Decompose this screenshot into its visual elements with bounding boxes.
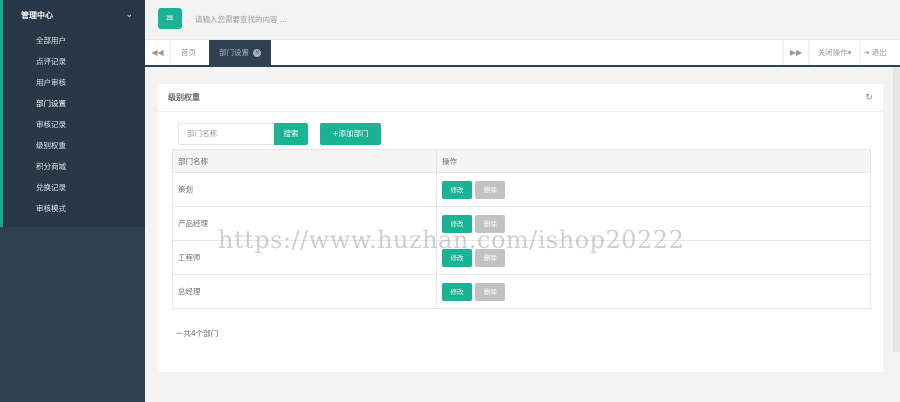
sidebar-item-audit-records[interactable]: 审核记录 [3, 114, 145, 135]
refresh-icon[interactable]: ↻ [864, 93, 874, 103]
total-count: 一共4个部门 [176, 329, 219, 338]
delete-button[interactable]: 删除 [475, 180, 506, 199]
sidebar-item-all-users[interactable]: 全部用户 [3, 30, 145, 51]
menu-toggle-button[interactable]: ≡ [158, 8, 182, 29]
actions-cell: 修改 删除 [436, 172, 871, 207]
sidebar-header[interactable]: 管理中心 ⌄ [3, 0, 145, 30]
actions-cell: 修改 删除 [436, 274, 871, 309]
panel-title: 级别权重 [158, 84, 883, 112]
sidebar-item-audit-mode[interactable]: 审核模式 [3, 198, 145, 219]
search-button[interactable]: 搜索 [274, 123, 308, 145]
add-department-button[interactable]: +添加部门 [320, 123, 381, 145]
table-row: 策划 修改 删除 [172, 172, 871, 207]
sidebar-item-user-audit[interactable]: 用户审核 [3, 72, 145, 93]
tab-department-settings[interactable]: 部门设置 × [209, 40, 272, 65]
column-header-department-name: 部门名称 [172, 149, 437, 173]
sidebar-item-exchange-records[interactable]: 兑换记录 [3, 177, 145, 198]
department-name-cell: 策划 [172, 172, 437, 207]
tab-scroll-right-button[interactable]: ▶▶ [783, 40, 809, 65]
page-scrollbar[interactable] [893, 67, 900, 352]
sidebar-item-level-weight[interactable]: 级别权重 [3, 135, 145, 156]
sidebar-item-department-settings[interactable]: 部门设置 [3, 93, 145, 114]
watermark-text: https://www.huzhan.com/ishop20222 [218, 226, 685, 254]
department-name-search-input[interactable]: 部门名称 [178, 123, 274, 145]
logout-button[interactable]: ⇥ 退出 [863, 40, 900, 65]
backward-icon: ◀◀ [151, 48, 164, 57]
sidebar: 管理中心 ⌄ 全部用户 点评记录 用户审核 部门设置 审核记录 级别权重 积分商… [0, 0, 145, 402]
sign-out-icon: ⇥ [863, 48, 870, 57]
hamburger-icon: ≡ [165, 13, 175, 24]
tab-scroll-left-button[interactable]: ◀◀ [145, 40, 171, 65]
tab-bar: ◀◀ 首页 部门设置 × ▶▶ 关闭操作▾ ⇥ 退出 [145, 40, 900, 67]
sidebar-menu: 管理中心 ⌄ 全部用户 点评记录 用户审核 部门设置 审核记录 级别权重 积分商… [0, 0, 145, 227]
tab-home[interactable]: 首页 [171, 40, 206, 65]
close-icon[interactable]: × [253, 49, 262, 57]
close-ops-label: 关闭操作 [817, 48, 848, 57]
department-name-cell: 总经理 [172, 274, 437, 309]
edit-button[interactable]: 修改 [442, 282, 472, 301]
chevron-down-icon: ⌄ [125, 10, 133, 20]
table-header-row: 部门名称 操作 [172, 149, 871, 173]
table-row: 总经理 修改 删除 [172, 274, 871, 309]
forward-icon: ▶▶ [789, 48, 803, 57]
edit-button[interactable]: 修改 [442, 180, 472, 199]
sidebar-item-points-mall[interactable]: 积分商城 [3, 156, 145, 177]
column-header-actions: 操作 [436, 149, 871, 173]
delete-button[interactable]: 删除 [475, 282, 506, 301]
tab-label: 部门设置 [219, 48, 249, 57]
caret-down-icon: ▾ [847, 48, 852, 57]
close-operations-dropdown[interactable]: 关闭操作▾ [809, 40, 861, 65]
top-search-input[interactable]: 请输入您需要查找的内容 ... [195, 14, 287, 25]
top-navbar: ≡ 请输入您需要查找的内容 ... [145, 0, 900, 40]
sidebar-header-label: 管理中心 [21, 10, 53, 20]
sidebar-item-review-records[interactable]: 点评记录 [3, 51, 145, 72]
logout-label: 退出 [871, 48, 887, 57]
